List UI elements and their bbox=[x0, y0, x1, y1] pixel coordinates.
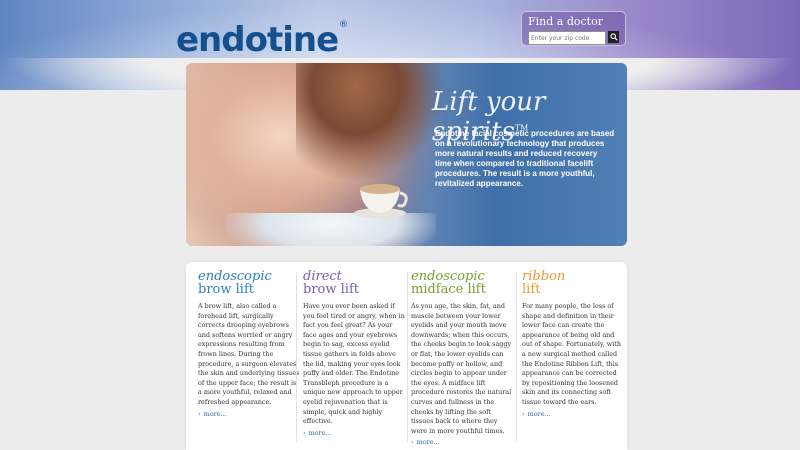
more-link[interactable]: › more... bbox=[411, 438, 514, 446]
column-title-line2: brow lift bbox=[303, 282, 359, 297]
column-text: For many people, the loss of shape and d… bbox=[522, 302, 621, 406]
hero-photo-hair bbox=[296, 63, 446, 183]
procedure-column-ribbon-lift: ribbon lift For many people, the loss of… bbox=[522, 270, 625, 418]
zip-code-input[interactable] bbox=[528, 31, 606, 45]
more-link-label: more... bbox=[308, 428, 332, 437]
procedure-column-endoscopic-brow-lift: endoscopic brow lift A brow lift, also c… bbox=[198, 270, 301, 418]
logo-mark: ® bbox=[339, 20, 348, 30]
hero-banner: Lift your spiritsTM Endotine facial cosm… bbox=[186, 63, 627, 246]
endotine-logo[interactable]: endotine® bbox=[176, 20, 348, 60]
search-icon bbox=[609, 33, 618, 41]
procedure-column-direct-brow-lift: direct brow lift Have you ever been aske… bbox=[303, 270, 406, 437]
more-link[interactable]: › more... bbox=[303, 429, 406, 437]
more-link-label: more... bbox=[203, 409, 227, 418]
column-text: A brow lift, also called a forehead lift… bbox=[198, 302, 300, 406]
procedure-column-endoscopic-midface-lift: endoscopic midface lift As you age, the … bbox=[411, 270, 514, 446]
column-title-line2: midface lift bbox=[411, 282, 486, 297]
chevron-right-icon: › bbox=[411, 438, 414, 447]
column-divider bbox=[516, 272, 517, 442]
chevron-right-icon: › bbox=[198, 409, 201, 418]
search-button[interactable] bbox=[608, 31, 619, 43]
more-link[interactable]: › more... bbox=[522, 410, 625, 418]
procedures-panel: endoscopic brow lift A brow lift, also c… bbox=[186, 262, 627, 450]
find-doctor-title: Find a doctor bbox=[528, 15, 603, 28]
column-divider bbox=[407, 272, 408, 442]
more-link-label: more... bbox=[527, 409, 551, 418]
column-text: Have you ever been asked if you feel tir… bbox=[303, 302, 405, 426]
coffee-cup-image bbox=[354, 184, 408, 218]
hero-description: Endotine facial cosmetic procedures are … bbox=[435, 129, 615, 188]
chevron-right-icon: › bbox=[522, 409, 525, 418]
more-link-label: more... bbox=[416, 438, 440, 447]
column-title-line2: lift bbox=[522, 282, 541, 297]
chevron-right-icon: › bbox=[303, 428, 306, 437]
logo-text: endotine bbox=[176, 20, 339, 60]
more-link[interactable]: › more... bbox=[198, 410, 301, 418]
column-title-line2: brow lift bbox=[198, 282, 254, 297]
find-doctor-box: Find a doctor bbox=[521, 11, 626, 46]
column-divider bbox=[296, 272, 297, 442]
column-text: As you age, the skin, fat, and muscle be… bbox=[411, 302, 512, 435]
find-doctor-row bbox=[528, 31, 619, 45]
